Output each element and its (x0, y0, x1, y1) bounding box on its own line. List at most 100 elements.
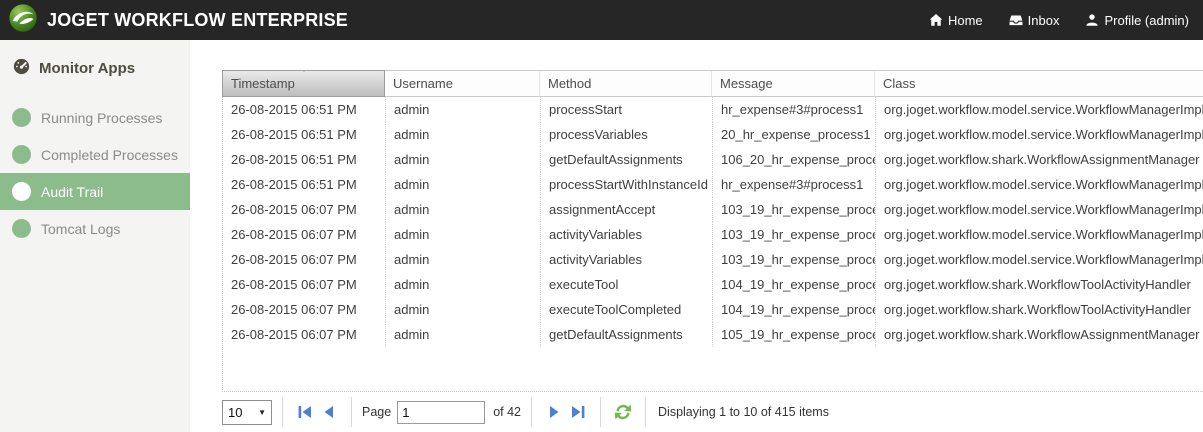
table-row[interactable]: 26-08-2015 06:07 PMadminactivityVariable… (223, 222, 1203, 247)
cell-message: 104_19_hr_expense_process1 (713, 272, 876, 297)
table-row[interactable]: 26-08-2015 06:07 PMadminexecuteTool104_1… (223, 272, 1203, 297)
page-label: Page (362, 405, 391, 419)
cell-class: org.joget.workflow.model.service.Workflo… (876, 122, 1203, 147)
cell-class: org.joget.workflow.shark.WorkflowToolAct… (876, 297, 1203, 322)
cell-message: 105_19_hr_expense_process1 (713, 322, 876, 347)
cell-class: org.joget.workflow.shark.WorkflowToolAct… (876, 272, 1203, 297)
circle-bullet-icon (12, 108, 31, 127)
cell-method: getDefaultAssignments (541, 147, 713, 172)
column-header-label: Method (548, 76, 591, 91)
top-header-bar: JOGET WORKFLOW ENTERPRISE Home Inbox Profi… (0, 0, 1203, 40)
grid-pager: 10 ▼ Page of 42 Displaying 1 to 10 of 41… (222, 392, 1203, 432)
cell-method: executeTool (541, 272, 713, 297)
chevron-down-icon: ▼ (258, 408, 266, 417)
prev-page-button[interactable] (317, 402, 341, 422)
cell-class: org.joget.workflow.model.service.Workflo… (876, 172, 1203, 197)
cell-class: org.joget.workflow.model.service.Workflo… (876, 222, 1203, 247)
cell-timestamp: 26-08-2015 06:07 PM (223, 247, 386, 272)
table-row[interactable]: 26-08-2015 06:51 PMadmingetDefaultAssign… (223, 147, 1203, 172)
pager-divider (600, 397, 601, 427)
sidebar-item-running-processes[interactable]: Running Processes (0, 99, 190, 136)
column-header-method[interactable]: Method (540, 70, 712, 97)
cell-timestamp: 26-08-2015 06:51 PM (223, 172, 386, 197)
nav-item-label: Inbox (1028, 13, 1060, 28)
page-size-select[interactable]: 10 ▼ (222, 400, 272, 425)
column-header-timestamp[interactable]: Timestamp (222, 70, 385, 97)
sort-desc-icon (298, 70, 310, 72)
joget-logo-icon (8, 3, 38, 38)
refresh-icon[interactable] (611, 402, 635, 422)
first-page-button[interactable] (293, 402, 317, 422)
cell-username: admin (386, 197, 541, 222)
column-header-message[interactable]: Message (712, 70, 875, 97)
cell-username: admin (386, 297, 541, 322)
cell-username: admin (386, 122, 541, 147)
sidebar-item-completed-processes[interactable]: Completed Processes (0, 136, 190, 173)
nav-item-profile[interactable]: Profile (admin) (1085, 13, 1189, 28)
total-pages-label: of 42 (493, 405, 521, 419)
sidebar-item-audit-trail[interactable]: Audit Trail (0, 173, 190, 210)
sidebar-item-label: Running Processes (41, 110, 162, 126)
page-number-input[interactable] (397, 401, 485, 424)
grid-body: 26-08-2015 06:51 PMadminprocessStarthr_e… (222, 97, 1203, 392)
cell-message: 20_hr_expense_process1 (713, 122, 876, 147)
table-row[interactable]: 26-08-2015 06:07 PMadmingetDefaultAssign… (223, 322, 1203, 347)
sidebar-item-label: Completed Processes (41, 147, 178, 163)
sidebar-item-tomcat-logs[interactable]: Tomcat Logs (0, 210, 190, 247)
table-row[interactable]: 26-08-2015 06:51 PMadminprocessVariables… (223, 122, 1203, 147)
cell-username: admin (386, 272, 541, 297)
table-row[interactable]: 26-08-2015 06:51 PMadminprocessStartWith… (223, 172, 1203, 197)
sidebar-item-label: Audit Trail (41, 184, 103, 200)
pager-divider (282, 397, 283, 427)
cell-username: admin (386, 247, 541, 272)
column-header-class[interactable]: Class (875, 70, 1203, 97)
cell-timestamp: 26-08-2015 06:07 PM (223, 222, 386, 247)
cell-username: admin (386, 222, 541, 247)
table-row[interactable]: 26-08-2015 06:07 PMadminactivityVariable… (223, 247, 1203, 272)
audit-trail-grid: Timestamp Username Method Message Class 26-0… (222, 70, 1203, 392)
table-row[interactable]: 26-08-2015 06:07 PMadminassignmentAccept… (223, 197, 1203, 222)
table-row[interactable]: 26-08-2015 06:51 PMadminprocessStarthr_e… (223, 97, 1203, 122)
cell-message: 103_19_hr_expense_process1 (713, 222, 876, 247)
home-icon (929, 13, 943, 27)
column-header-username[interactable]: Username (385, 70, 540, 97)
last-page-button[interactable] (566, 402, 590, 422)
cell-timestamp: 26-08-2015 06:07 PM (223, 297, 386, 322)
brand-title: JOGET WORKFLOW ENTERPRISE (47, 10, 348, 31)
pager-divider (645, 397, 646, 427)
user-icon (1085, 13, 1099, 27)
cell-class: org.joget.workflow.shark.WorkflowAssignm… (876, 322, 1203, 347)
table-row[interactable]: 26-08-2015 06:07 PMadminexecuteToolCompl… (223, 297, 1203, 322)
next-page-button[interactable] (542, 402, 566, 422)
cell-timestamp: 26-08-2015 06:07 PM (223, 197, 386, 222)
sidebar-section-title: Monitor Apps (0, 40, 190, 93)
cell-timestamp: 26-08-2015 06:51 PM (223, 147, 386, 172)
cell-method: activityVariables (541, 247, 713, 272)
pager-status-text: Displaying 1 to 10 of 415 items (658, 405, 829, 419)
cell-message: hr_expense#3#process1 (713, 172, 876, 197)
brand-logo-link[interactable]: JOGET WORKFLOW ENTERPRISE (8, 3, 348, 38)
cell-class: org.joget.workflow.shark.WorkflowAssignm… (876, 147, 1203, 172)
cell-method: executeToolCompleted (541, 297, 713, 322)
nav-item-inbox[interactable]: Inbox (1009, 13, 1060, 28)
cell-timestamp: 26-08-2015 06:07 PM (223, 272, 386, 297)
cell-username: admin (386, 172, 541, 197)
cell-class: org.joget.workflow.model.service.Workflo… (876, 247, 1203, 272)
inbox-icon (1009, 13, 1023, 27)
column-header-label: Message (720, 76, 773, 91)
circle-bullet-icon (12, 145, 31, 164)
pager-divider (351, 397, 352, 427)
sidebar: Monitor Apps Running Processes Completed … (0, 40, 190, 432)
cell-method: activityVariables (541, 222, 713, 247)
column-header-label: Class (883, 76, 916, 91)
cell-username: admin (386, 97, 541, 122)
column-header-label: Username (393, 76, 453, 91)
nav-item-home[interactable]: Home (929, 13, 983, 28)
cell-message: 103_19_hr_expense_process1 (713, 197, 876, 222)
column-header-label: Timestamp (231, 76, 295, 91)
grid-header-row: Timestamp Username Method Message Class (222, 70, 1203, 97)
cell-message: 103_19_hr_expense_process1 (713, 247, 876, 272)
sidebar-item-label: Tomcat Logs (41, 221, 120, 237)
cell-method: processStartWithInstanceId (541, 172, 713, 197)
cell-timestamp: 26-08-2015 06:51 PM (223, 122, 386, 147)
